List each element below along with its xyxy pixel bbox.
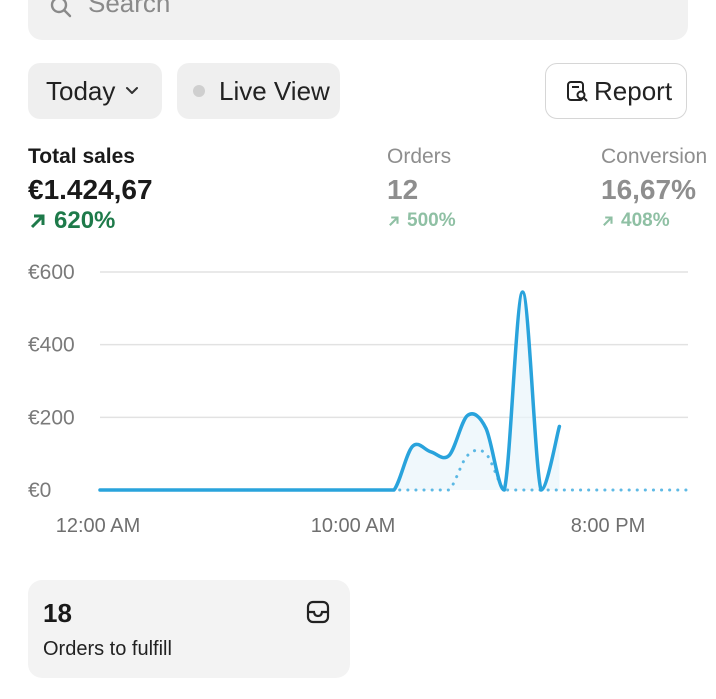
arrow-up-right-icon	[30, 214, 45, 229]
metric-value: €1.424,67	[28, 174, 153, 205]
metric-label: Conversion	[601, 145, 708, 168]
y-tick-label: €0	[28, 479, 51, 502]
search-icon	[50, 0, 72, 18]
date-range-dropdown[interactable]: Today	[28, 63, 162, 119]
metric-conversion[interactable]: Conversion 16,67% 408%	[601, 145, 707, 235]
search-input[interactable]: Search	[28, 0, 688, 40]
y-tick-label: €200	[28, 406, 75, 429]
metric-value: 12	[387, 174, 419, 205]
metric-change: 408%	[601, 207, 707, 235]
metric-change: 620%	[28, 207, 153, 235]
date-range-label: Today	[46, 75, 116, 106]
metric-change-value: 408%	[621, 210, 670, 231]
report-button[interactable]: Report	[545, 63, 687, 119]
metric-label: Orders	[387, 145, 452, 168]
report-icon	[567, 81, 588, 102]
fulfill-count: 18	[43, 598, 72, 628]
live-status-dot	[193, 85, 205, 97]
live-view-label: Live View	[219, 75, 330, 106]
metric-change-value: 620%	[54, 207, 116, 234]
metric-value: 16,67%	[601, 174, 696, 205]
fulfill-label: Orders to fulfill	[43, 638, 172, 660]
live-view-button[interactable]: Live View	[177, 63, 340, 119]
comparison-series-line	[98, 448, 690, 492]
metric-total-sales[interactable]: Total sales €1.424,67 620%	[28, 145, 153, 235]
x-tick-label: 8:00 PM	[571, 515, 645, 537]
sales-chart[interactable]: €600 €400 €200 €0 12:00 AM 10:00 AM 8:00 PM	[0, 250, 716, 550]
inbox-icon	[306, 600, 330, 624]
metric-change-value: 500%	[407, 210, 456, 231]
metric-label: Total sales	[28, 145, 135, 168]
x-tick-label: 12:00 AM	[56, 515, 141, 537]
y-axis-labels: €600 €400 €200 €0	[28, 261, 75, 502]
orders-to-fulfill-card[interactable]: 18 Orders to fulfill	[28, 580, 350, 678]
arrow-up-right-icon	[603, 216, 613, 226]
search-placeholder: Search	[88, 0, 171, 18]
chart-grid	[100, 271, 688, 419]
report-label: Report	[594, 75, 673, 106]
metric-change: 500%	[387, 207, 456, 235]
metric-orders[interactable]: Orders 12 500%	[387, 145, 456, 235]
y-tick-label: €600	[28, 261, 75, 284]
x-axis-labels: 12:00 AM 10:00 AM 8:00 PM	[56, 515, 646, 537]
chevron-down-icon	[126, 87, 139, 94]
chart-series	[98, 290, 690, 492]
x-tick-label: 10:00 AM	[311, 515, 396, 537]
y-tick-label: €400	[28, 334, 75, 357]
arrow-up-right-icon	[389, 216, 399, 226]
series-area-fill	[100, 292, 560, 490]
